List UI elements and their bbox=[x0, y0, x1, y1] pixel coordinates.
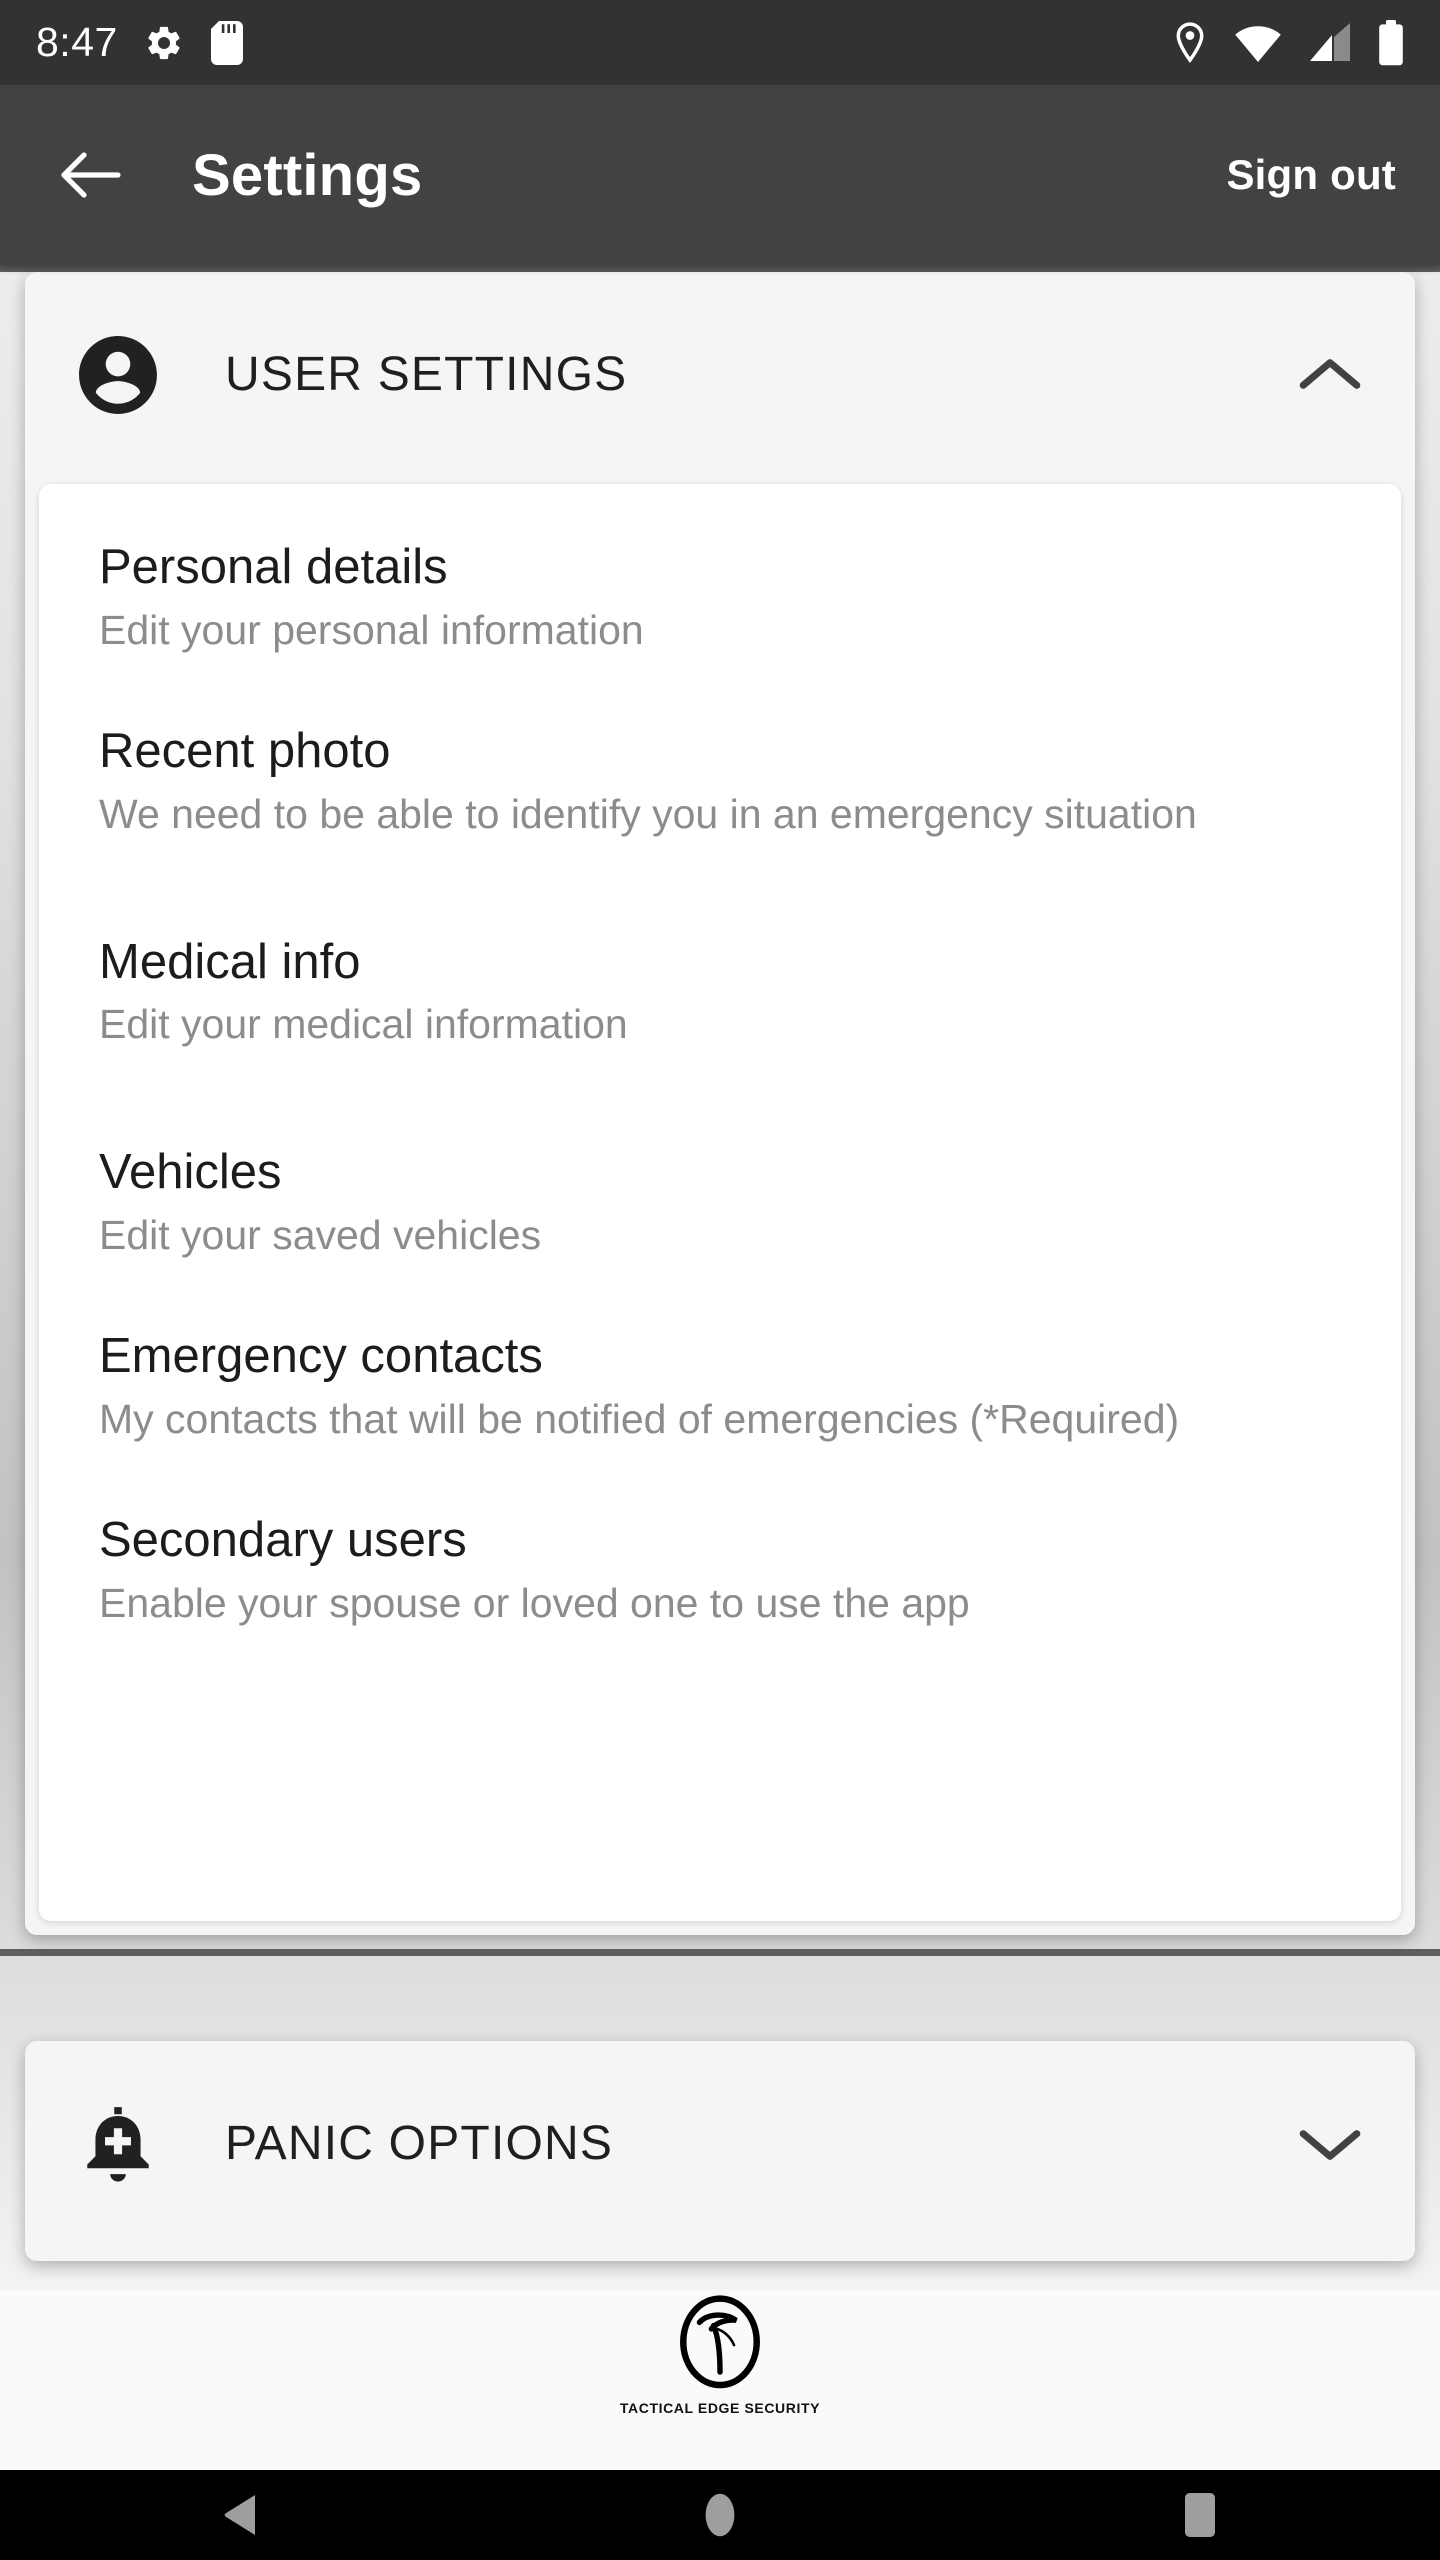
list-item-subtitle: We need to be able to identify you in an… bbox=[99, 791, 1197, 838]
sd-card-icon bbox=[210, 20, 243, 65]
list-item-subtitle: Edit your medical information bbox=[99, 1001, 628, 1048]
list-item-title: Vehicles bbox=[99, 1144, 282, 1199]
gear-icon bbox=[148, 26, 180, 59]
list-item-vehicles[interactable]: Vehicles Edit your saved vehicles bbox=[39, 1145, 1401, 1259]
home-circle-icon bbox=[705, 2493, 735, 2537]
recents-square-icon bbox=[1185, 2493, 1215, 2537]
section-header-panic-options[interactable]: PANIC OPTIONS bbox=[25, 2041, 1415, 2246]
nav-home-button[interactable] bbox=[655, 2470, 785, 2560]
list-item-subtitle: Edit your personal information bbox=[99, 606, 644, 653]
list-item-title: Recent photo bbox=[99, 724, 391, 779]
app-bar: Settings Sign out bbox=[0, 85, 1440, 265]
back-triangle-icon bbox=[224, 2495, 255, 2535]
list-item-emergency-contacts[interactable]: Emergency contacts My contacts that will… bbox=[39, 1329, 1401, 1443]
android-nav-bar bbox=[0, 2470, 1440, 2560]
sign-out-button[interactable]: Sign out bbox=[1226, 151, 1396, 199]
add-alert-bell-icon bbox=[87, 2106, 149, 2182]
settings-scroll-area[interactable]: USER SETTINGS Personal details Edit your… bbox=[0, 265, 1440, 2350]
list-item-title: Medical info bbox=[99, 934, 361, 989]
nav-back-button[interactable] bbox=[175, 2470, 305, 2560]
section-card-user-settings: USER SETTINGS Personal details Edit your… bbox=[25, 272, 1415, 1935]
footer-logo-text: TACTICAL EDGE SECURITY bbox=[619, 2400, 821, 2416]
section-header-user-settings[interactable]: USER SETTINGS bbox=[25, 272, 1415, 477]
location-pin-icon bbox=[1176, 21, 1204, 63]
chevron-down-icon[interactable] bbox=[1297, 2121, 1363, 2167]
status-bar-left: 8:47 bbox=[36, 19, 244, 66]
list-item-title: Emergency contacts bbox=[99, 1329, 543, 1383]
status-bar-right bbox=[1172, 19, 1404, 66]
scroll-divider-middle bbox=[0, 1949, 1440, 1956]
phone-screen: 8:47 Settings Sign out USER SETTINGS Per… bbox=[0, 0, 1440, 2560]
back-arrow-icon bbox=[61, 152, 121, 198]
account-circle-icon bbox=[79, 335, 157, 414]
nav-recents-button[interactable] bbox=[1135, 2470, 1265, 2560]
footer-branding: TACTICAL EDGE SECURITY bbox=[0, 2290, 1440, 2470]
user-settings-item-list: Personal details Edit your personal info… bbox=[39, 484, 1401, 1921]
scroll-divider-top bbox=[0, 265, 1440, 272]
back-button[interactable] bbox=[44, 129, 136, 221]
section-title-panic-options: PANIC OPTIONS bbox=[225, 2117, 614, 2170]
chevron-up-icon[interactable] bbox=[1297, 352, 1363, 398]
status-bar: 8:47 bbox=[0, 0, 1440, 85]
list-item-title: Personal details bbox=[99, 540, 448, 594]
list-item-medical-info[interactable]: Medical info Edit your medical informati… bbox=[39, 935, 1401, 1049]
list-item-secondary-users[interactable]: Secondary users Enable your spouse or lo… bbox=[39, 1513, 1401, 1627]
wifi-icon bbox=[1235, 25, 1281, 62]
section-title-user-settings: USER SETTINGS bbox=[225, 348, 628, 401]
list-item-recent-photo[interactable]: Recent photo We need to be able to ident… bbox=[39, 724, 1401, 838]
list-item-subtitle: Enable your spouse or loved one to use t… bbox=[99, 1580, 970, 1627]
page-title: Settings bbox=[192, 142, 423, 208]
cellular-signal-icon bbox=[1310, 22, 1350, 61]
section-card-panic-options: PANIC OPTIONS bbox=[25, 2041, 1415, 2261]
list-item-subtitle: Edit your saved vehicles bbox=[99, 1211, 542, 1258]
tactical-edge-circle-logo-icon bbox=[680, 2295, 760, 2389]
list-item-personal-details[interactable]: Personal details Edit your personal info… bbox=[39, 540, 1401, 654]
list-item-subtitle: My contacts that will be notified of eme… bbox=[99, 1395, 1180, 1442]
battery-icon bbox=[1379, 19, 1403, 65]
status-bar-clock: 8:47 bbox=[36, 19, 118, 65]
list-item-title: Secondary users bbox=[99, 1513, 467, 1568]
